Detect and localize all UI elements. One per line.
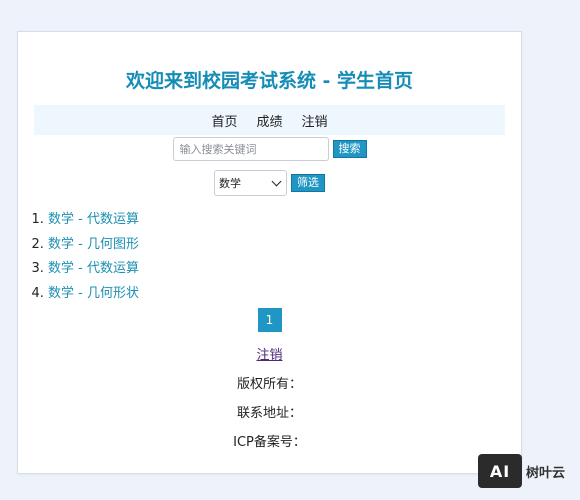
search-input[interactable] bbox=[172, 137, 329, 161]
subject-select-value: 数学 bbox=[219, 177, 241, 190]
main-card: 欢迎来到校园考试系统 - 学生首页 首页 成绩 注销 搜索 数学 筛选 数学 -… bbox=[17, 31, 522, 474]
pagination: 1 bbox=[18, 308, 521, 332]
page-title: 欢迎来到校园考试系统 - 学生首页 bbox=[125, 70, 414, 92]
exam-link-3[interactable]: 数学 - 代数运算 bbox=[48, 261, 139, 276]
logout-link[interactable]: 注销 bbox=[256, 348, 282, 363]
search-button[interactable]: 搜索 bbox=[332, 140, 367, 158]
exam-list: 数学 - 代数运算 数学 - 几何图形 数学 - 代数运算 数学 - 几何形状 bbox=[18, 208, 139, 306]
footer-copyright: 版权所有： bbox=[236, 377, 302, 392]
watermark-brand: 树叶云 bbox=[526, 465, 566, 481]
watermark-logo: AI bbox=[478, 454, 522, 488]
filter-button[interactable]: 筛选 bbox=[291, 174, 325, 192]
exam-link-2[interactable]: 数学 - 几何图形 bbox=[48, 237, 139, 252]
list-item: 数学 - 代数运算 bbox=[48, 208, 139, 233]
logout-link-container: 注销 bbox=[18, 344, 521, 363]
nav-logout[interactable]: 注销 bbox=[302, 111, 328, 130]
watermark: AI 树叶云 bbox=[478, 452, 580, 490]
viewport: 欢迎来到校园考试系统 - 学生首页 首页 成绩 注销 搜索 数学 筛选 数学 -… bbox=[0, 0, 580, 500]
list-item: 数学 - 几何图形 bbox=[48, 233, 139, 258]
chevron-down-icon bbox=[271, 176, 282, 186]
footer-icp: ICP备案号： bbox=[233, 435, 306, 450]
list-item: 数学 - 几何形状 bbox=[48, 282, 139, 307]
nav-home[interactable]: 首页 bbox=[211, 111, 237, 130]
exam-link-1[interactable]: 数学 - 代数运算 bbox=[48, 212, 139, 227]
footer-contact: 联系地址： bbox=[236, 406, 302, 421]
subject-select[interactable]: 数学 bbox=[214, 170, 287, 196]
filter-bar: 数学 筛选 bbox=[18, 170, 521, 196]
exam-link-4[interactable]: 数学 - 几何形状 bbox=[48, 286, 139, 301]
search-bar: 搜索 bbox=[18, 137, 521, 161]
top-nav: 首页 成绩 注销 bbox=[34, 105, 505, 135]
page-button-1[interactable]: 1 bbox=[257, 308, 282, 332]
nav-scores[interactable]: 成绩 bbox=[256, 111, 282, 130]
list-item: 数学 - 代数运算 bbox=[48, 257, 139, 282]
